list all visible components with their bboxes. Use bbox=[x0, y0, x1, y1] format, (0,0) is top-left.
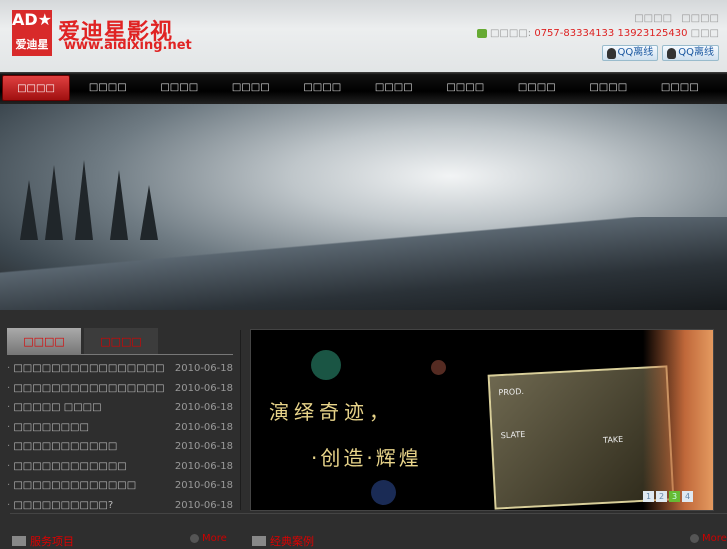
nav-item[interactable]: □□□□ bbox=[358, 72, 430, 104]
news-date: 2010-06-18 bbox=[174, 421, 233, 433]
nav-item-home[interactable]: □□□□ bbox=[2, 75, 70, 101]
page-1[interactable]: 1 bbox=[643, 491, 654, 502]
news-date: 2010-06-18 bbox=[174, 441, 233, 452]
nav-item[interactable]: □□□□ bbox=[287, 72, 359, 104]
section-services: 服务项目 bbox=[12, 533, 74, 549]
slide-text-2: ·创造·辉煌 bbox=[311, 446, 422, 470]
more-label: More bbox=[202, 533, 227, 544]
news-title[interactable]: □□□□□ □□□□ bbox=[7, 398, 101, 418]
news-title[interactable]: □□□□□□□□□□□□□ bbox=[7, 476, 136, 496]
tree bbox=[140, 185, 158, 240]
nav-item[interactable]: □□□□ bbox=[501, 72, 573, 104]
qq-penguin-icon bbox=[606, 47, 616, 59]
news-item[interactable]: □□□□□□□□ 2010-06-18 bbox=[7, 418, 233, 438]
top-link[interactable]: □□□□ bbox=[681, 13, 719, 24]
slideshow[interactable]: 演绎奇迹， ·创造·辉煌 PROD. SLATE TAKE 1 2 3 4 bbox=[250, 329, 714, 511]
main-nav: □□□□ □□□□ □□□□ □□□□ □□□□ □□□□ □□□□ □□□□ … bbox=[0, 72, 727, 104]
slide-text-1: 演绎奇迹， bbox=[269, 400, 394, 424]
clapper-label: PROD. bbox=[498, 386, 525, 398]
news-list: □□□□□□□□□□□□□□□□2010-06-18□□□□□□□□□□□□□□… bbox=[7, 359, 233, 515]
news-date: 2010-06-18 bbox=[174, 460, 233, 472]
film-reel-icon bbox=[190, 534, 199, 543]
logo-mark-sub: 爱迪星 bbox=[15, 38, 49, 51]
tree bbox=[45, 165, 63, 240]
news-title[interactable]: □□□□□□□□ bbox=[7, 418, 89, 438]
divider bbox=[240, 330, 241, 510]
contact-suffix: □□□ bbox=[690, 28, 719, 39]
nav-item[interactable]: □□□□ bbox=[573, 72, 645, 104]
section-title: 经典案例 bbox=[270, 535, 314, 548]
phone-icon bbox=[476, 28, 487, 38]
hand-image bbox=[643, 330, 713, 510]
slide-pager: 1 2 3 4 bbox=[643, 491, 693, 502]
news-title[interactable]: □□□□□□□□□□□□□□□□ bbox=[7, 379, 164, 399]
header: AD★ 爱迪星 爱迪星影视 www.aidixing.net □□□□ □□□□ … bbox=[0, 0, 727, 72]
tab-news-2[interactable]: □□□□ bbox=[84, 328, 158, 354]
logo-mark: AD★ bbox=[12, 10, 53, 29]
news-date: 2010-06-18 bbox=[174, 402, 233, 413]
phone-numbers: 0757-83334133 13923125430 bbox=[534, 28, 688, 39]
news-item[interactable]: □□□□□□□□□□□□ 2010-06-18 bbox=[7, 457, 233, 477]
qq-label: QQ离线 bbox=[678, 47, 714, 58]
news-item[interactable]: □□□□□□□□□□□□□□□□ 2010-06-18 bbox=[7, 359, 233, 379]
top-link[interactable]: □□□□ bbox=[634, 13, 672, 24]
nav-item[interactable]: □□□□ bbox=[430, 72, 502, 104]
logo[interactable]: AD★ 爱迪星 bbox=[12, 10, 52, 56]
tree bbox=[110, 170, 128, 240]
page-2[interactable]: 2 bbox=[656, 491, 667, 502]
nav-item[interactable]: □□□□ bbox=[144, 72, 216, 104]
news-date: 2010-06-18 bbox=[174, 480, 233, 491]
page-4[interactable]: 4 bbox=[682, 491, 693, 502]
tree bbox=[20, 180, 38, 240]
news-item[interactable]: □□□□□□□□□□□□□□□□ 2010-06-18 bbox=[7, 379, 233, 399]
hero-banner bbox=[0, 104, 727, 310]
contact-line: □□□□: 0757-83334133 13923125430 □□□ bbox=[476, 28, 719, 39]
more-label: More bbox=[702, 533, 727, 544]
bokeh bbox=[311, 350, 341, 380]
news-item[interactable]: □□□□□□□□□□□ 2010-06-18 bbox=[7, 437, 233, 457]
news-panel: □□□□ □□□□ □□□□□□□□□□□□□□□□2010-06-18□□□□… bbox=[7, 328, 233, 515]
bokeh bbox=[371, 480, 396, 505]
bokeh bbox=[431, 360, 446, 375]
top-links: □□□□ □□□□ bbox=[628, 13, 719, 24]
news-item[interactable]: □□□□□ □□□□ 2010-06-18 bbox=[7, 398, 233, 418]
nav-item[interactable]: □□□□ bbox=[215, 72, 287, 104]
news-title[interactable]: □□□□□□□□□□□ bbox=[7, 437, 117, 457]
clapper-label: TAKE bbox=[602, 434, 624, 445]
clapper-label: SLATE bbox=[500, 429, 526, 441]
news-title[interactable]: □□□□□□□□□□□□□□□□ bbox=[7, 359, 164, 379]
section-title: 服务项目 bbox=[30, 535, 74, 548]
more-link[interactable]: More bbox=[190, 533, 227, 544]
news-date: 2010-06-18 bbox=[174, 382, 233, 394]
qq-penguin-icon bbox=[667, 47, 677, 59]
site-url: www.aidixing.net bbox=[64, 38, 192, 53]
news-item[interactable]: □□□□□□□□□□□□□ 2010-06-18 bbox=[7, 476, 233, 496]
page-3[interactable]: 3 bbox=[669, 491, 680, 502]
news-date: 2010-06-18 bbox=[174, 363, 233, 374]
qq-button[interactable]: QQ离线 bbox=[662, 45, 719, 61]
contact-label: □□□□: bbox=[489, 28, 532, 39]
qq-label: QQ离线 bbox=[617, 47, 654, 58]
more-link[interactable]: More bbox=[690, 533, 727, 544]
qq-button[interactable]: QQ离线 bbox=[601, 45, 659, 61]
section-cases: 经典案例 bbox=[252, 533, 314, 549]
tree bbox=[75, 160, 93, 240]
tab-news[interactable]: □□□□ bbox=[7, 328, 81, 354]
nav-item[interactable]: □□□□ bbox=[644, 72, 716, 104]
divider bbox=[10, 513, 727, 514]
nav-item[interactable]: □□□□ bbox=[72, 72, 144, 104]
news-title[interactable]: □□□□□□□□□□□□ bbox=[7, 457, 126, 477]
film-reel-icon bbox=[690, 534, 699, 543]
